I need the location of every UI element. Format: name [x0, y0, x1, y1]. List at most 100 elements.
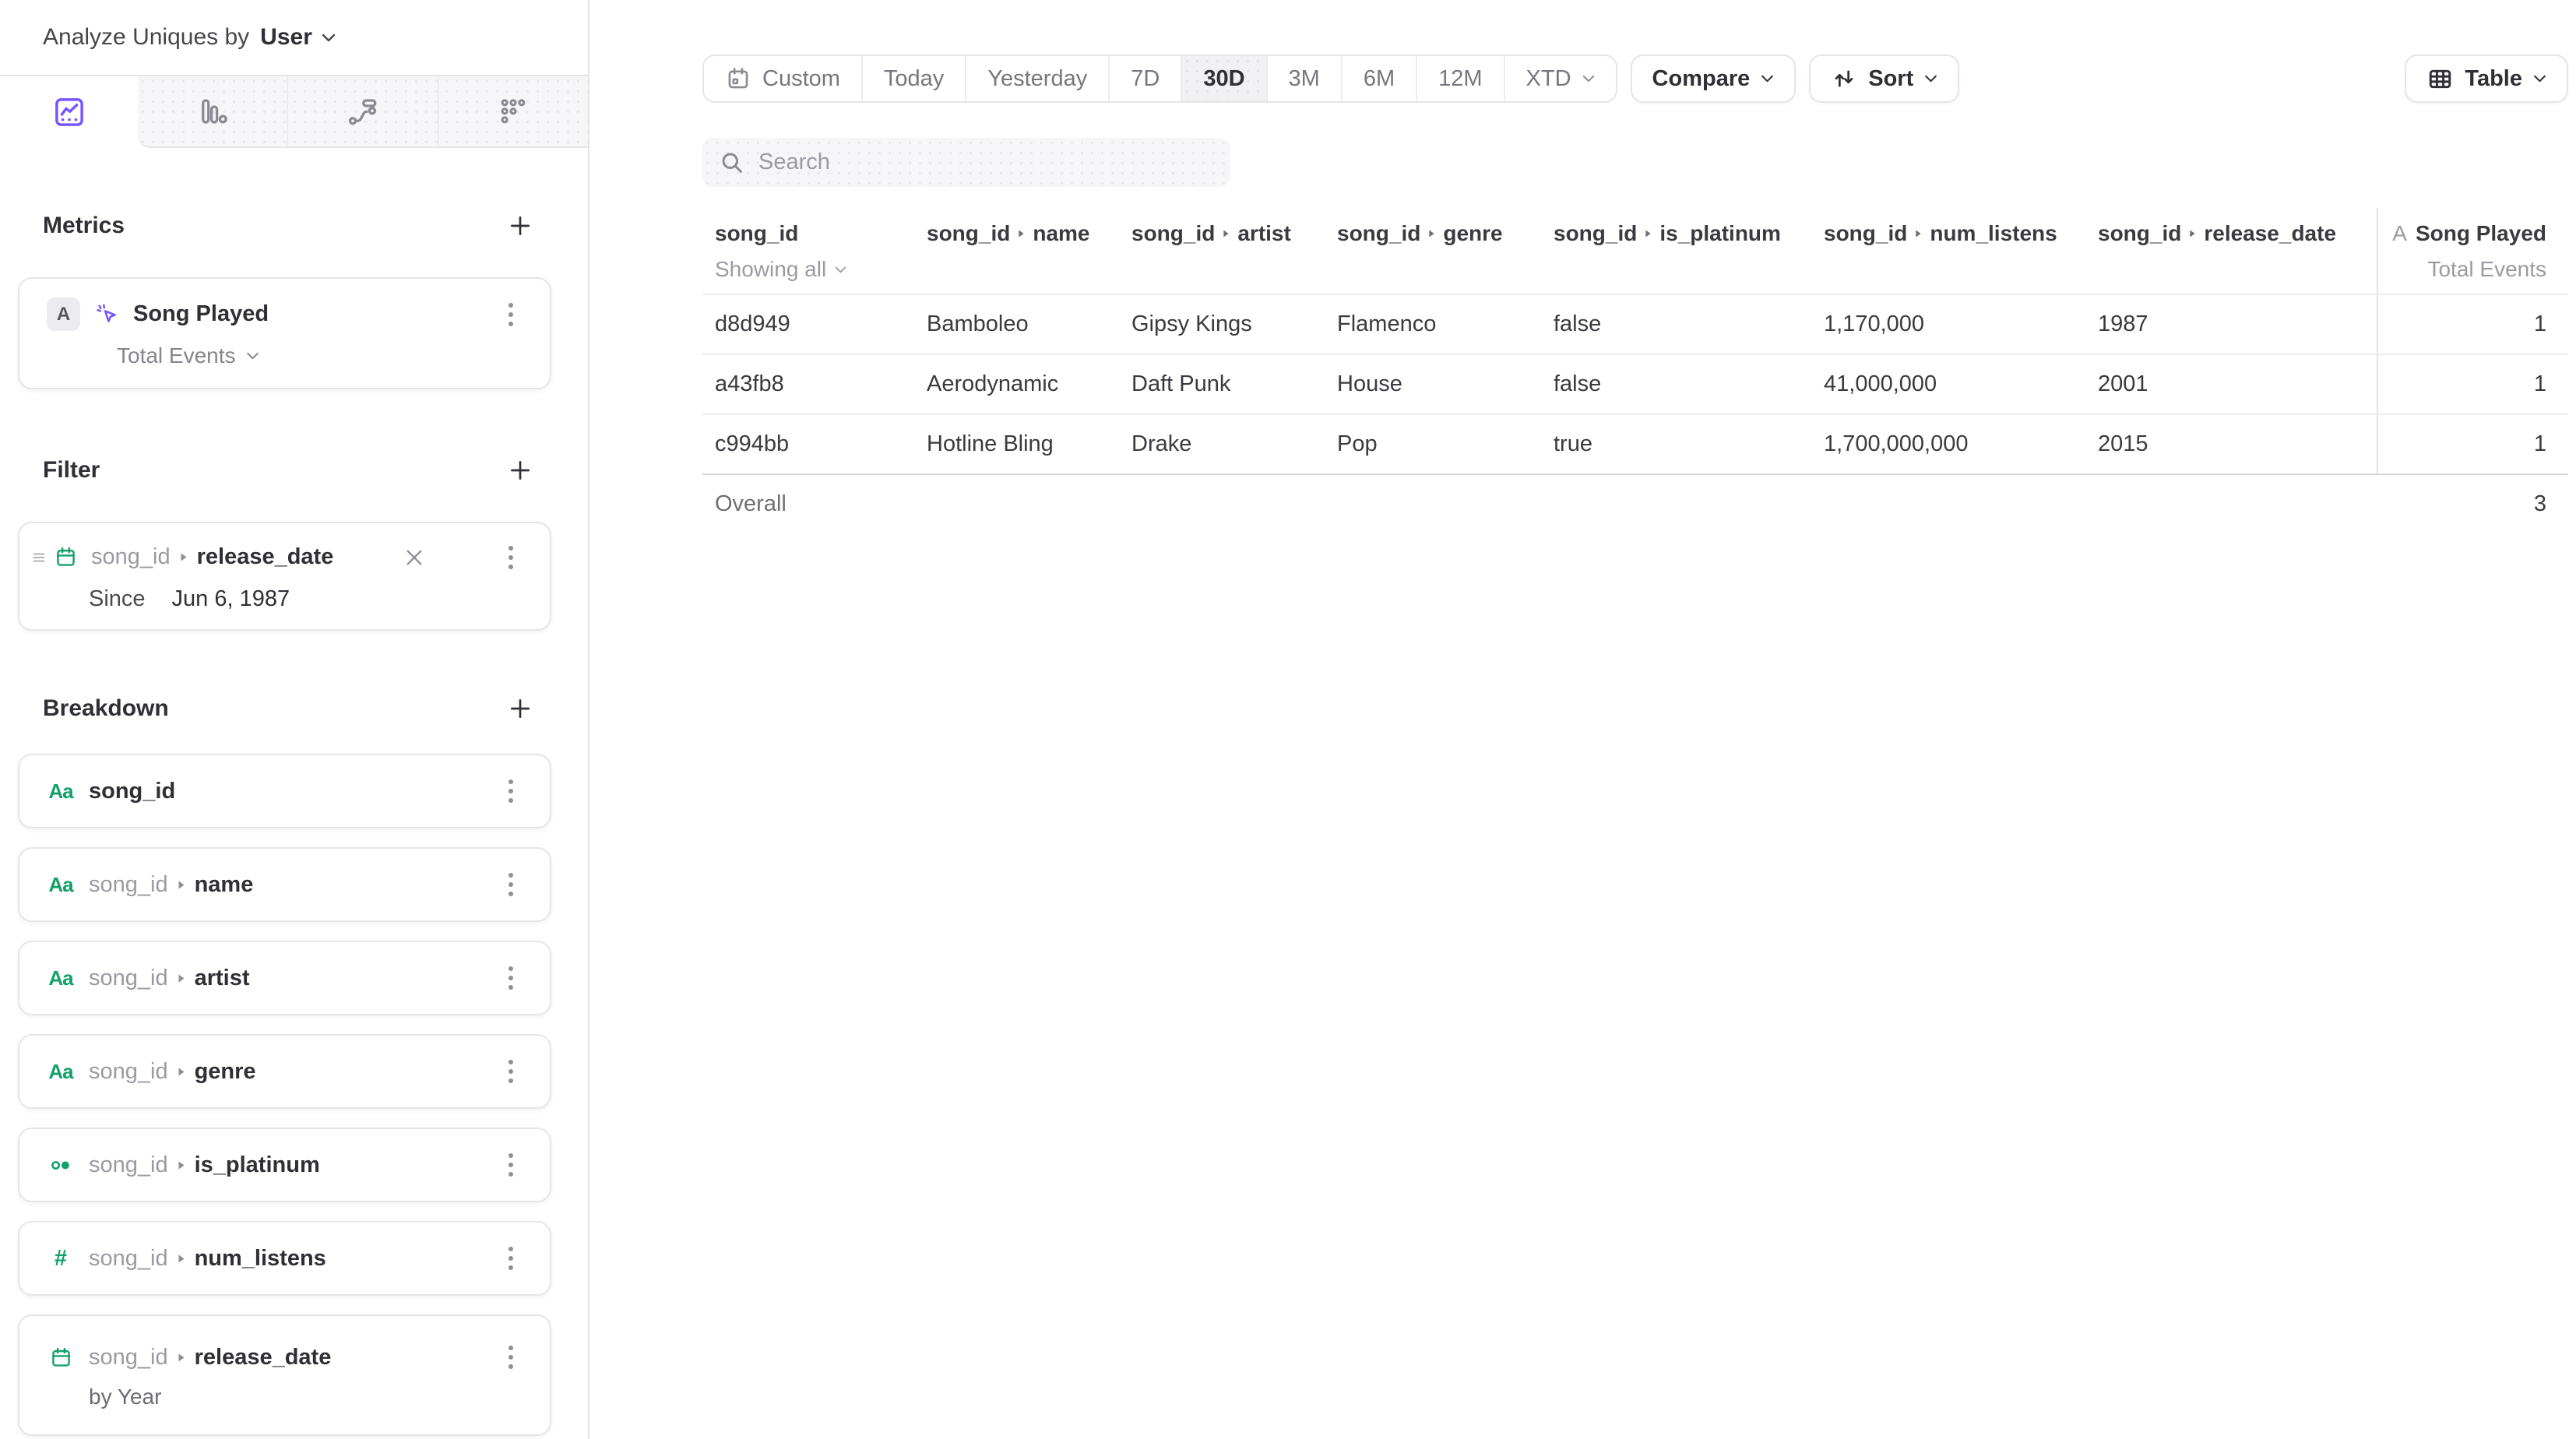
filter-value[interactable]: Jun 6, 1987 — [172, 586, 290, 612]
breakdown-kebab-menu[interactable] — [495, 1149, 526, 1181]
sort-button[interactable]: Sort — [1809, 55, 1959, 103]
breakdown-property: release_date — [195, 1345, 332, 1370]
breakdown-kebab-menu[interactable] — [495, 1055, 526, 1088]
search-input[interactable] — [758, 150, 1215, 175]
date-range-30d[interactable]: 30D — [1181, 56, 1265, 101]
breakdown-kebab-menu[interactable] — [495, 775, 526, 807]
tab-flows[interactable] — [287, 76, 437, 146]
date-range-3m[interactable]: 3M — [1266, 56, 1341, 101]
breakdown-card-name[interactable]: song_id name — [18, 847, 551, 922]
column-header-genre[interactable]: song_idgenre — [1325, 208, 1541, 294]
breakdown-section-head: Breakdown — [18, 693, 551, 724]
breakdown-bucketing[interactable]: by Year — [89, 1384, 526, 1409]
breakdown-prefix: song_id — [89, 1246, 168, 1272]
query-builder-sidebar: Analyze Uniques by User — [0, 0, 589, 1439]
add-breakdown-button[interactable] — [503, 691, 537, 726]
sort-icon — [1831, 65, 1857, 92]
compare-button[interactable]: Compare — [1631, 55, 1797, 103]
date-range-custom[interactable]: Custom — [704, 56, 861, 101]
toolbar-spacer — [1972, 55, 2391, 103]
tab-bar-chart[interactable] — [138, 76, 287, 146]
metric-column-badge: A — [2392, 220, 2407, 247]
add-filter-button[interactable] — [503, 453, 537, 487]
add-metric-button[interactable] — [503, 209, 537, 243]
showing-all-selector[interactable]: Showing all — [715, 256, 914, 283]
remove-filter-button[interactable] — [397, 548, 431, 567]
cell-genre: Pop — [1325, 431, 1541, 457]
column-header-is-platinum[interactable]: song_idis_platinum — [1541, 208, 1811, 294]
calendar-icon — [47, 1346, 75, 1370]
overall-metric-value: 3 — [2377, 475, 2568, 533]
number-property-icon — [47, 1246, 75, 1272]
breakdown-card-is-platinum[interactable]: song_id is_platinum — [18, 1128, 551, 1202]
chart-type-tabs — [0, 75, 588, 148]
grid-dots-icon — [497, 95, 530, 128]
text-property-icon — [47, 1060, 75, 1084]
breakdown-card-release-date[interactable]: song_id release_date by Year — [18, 1314, 551, 1436]
view-selector-button[interactable]: Table — [2405, 55, 2568, 103]
filter-kebab-menu[interactable] — [495, 541, 526, 574]
date-range-12m[interactable]: 12M — [1416, 56, 1503, 101]
cell-metric-value: 1 — [2377, 295, 2568, 354]
report-main: Custom Today Yesterday 7D 30D 3M 6M 12M … — [589, 0, 2576, 1439]
drag-handle-icon[interactable] — [30, 549, 48, 566]
metric-row: A Song Played — [47, 297, 526, 331]
path-separator-icon — [1428, 229, 1435, 238]
range-label: 6M — [1364, 66, 1395, 92]
date-range-6m[interactable]: 6M — [1341, 56, 1416, 101]
column-header-artist[interactable]: song_idartist — [1119, 208, 1325, 294]
path-separator-icon — [2189, 229, 2196, 238]
column-header-release-date[interactable]: song_idrelease_date — [2085, 208, 2377, 294]
column-header-metric[interactable]: ASong Played Total Events — [2377, 208, 2568, 294]
text-property-icon — [47, 966, 75, 990]
column-prefix: song_id — [1824, 220, 1907, 247]
breakdown-prefix: song_id — [89, 1059, 168, 1085]
date-range-xtd[interactable]: XTD — [1504, 56, 1616, 101]
entity-selector[interactable]: User — [260, 24, 336, 51]
metric-kebab-menu[interactable] — [495, 298, 526, 331]
column-header-num-listens[interactable]: song_idnum_listens — [1811, 208, 2085, 294]
breakdown-prefix: song_id — [89, 1152, 168, 1178]
aggregation-selector[interactable]: Total Events — [117, 343, 259, 368]
breakdown-card-genre[interactable]: song_id genre — [18, 1034, 551, 1109]
date-range-today[interactable]: Today — [861, 56, 965, 101]
cell-genre: Flamenco — [1325, 311, 1541, 337]
range-label: Yesterday — [987, 66, 1087, 92]
cell-song-id: a43fb8 — [702, 371, 914, 397]
column-header-name[interactable]: song_idname — [914, 208, 1119, 294]
showing-all-label: Showing all — [715, 256, 826, 283]
metric-card[interactable]: A Song Played Total Events — [18, 277, 551, 389]
breakdown-kebab-menu[interactable] — [495, 962, 526, 994]
breakdown-prefix: song_id — [89, 872, 168, 898]
breakdown-card-song-id[interactable]: song_id — [18, 754, 551, 829]
filter-condition-row[interactable]: Since Jun 6, 1987 — [89, 586, 526, 612]
cell-num-listens: 1,170,000 — [1811, 311, 2085, 337]
cell-name: Hotline Bling — [914, 431, 1119, 457]
date-range-yesterday[interactable]: Yesterday — [965, 56, 1108, 101]
flows-icon — [347, 95, 379, 128]
tab-insights-line[interactable] — [0, 76, 138, 148]
plus-icon — [508, 458, 533, 483]
path-separator-icon — [178, 1160, 185, 1170]
metric-column-aggregation: Total Events — [2427, 256, 2546, 283]
filter-card[interactable]: song_id release_date Since Jun 6, 1987 — [18, 522, 551, 631]
breakdown-card-artist[interactable]: song_id artist — [18, 941, 551, 1015]
cell-artist: Drake — [1119, 431, 1325, 457]
metrics-section-head: Metrics — [18, 210, 551, 241]
breakdown-kebab-menu[interactable] — [495, 1242, 526, 1275]
breakdown-kebab-menu[interactable] — [495, 868, 526, 901]
query-sections: Metrics A Song Played Total Events — [0, 148, 588, 1439]
date-range-7d[interactable]: 7D — [1108, 56, 1181, 101]
filter-section-title: Filter — [43, 457, 100, 484]
breakdown-kebab-menu[interactable] — [495, 1341, 526, 1374]
tab-retention-grid[interactable] — [438, 76, 588, 146]
column-prefix: song_id — [1131, 220, 1215, 247]
metric-letter-badge: A — [47, 297, 80, 331]
breakdown-card-num-listens[interactable]: song_id num_listens — [18, 1221, 551, 1296]
column-header-song-id[interactable]: song_id Showing all — [702, 208, 914, 294]
filter-operator[interactable]: Since — [89, 586, 146, 612]
inactive-chart-tabs — [138, 76, 588, 148]
range-label: 3M — [1289, 66, 1320, 92]
search-icon — [718, 149, 746, 177]
table-row: a43fb8 Aerodynamic Daft Punk House false… — [702, 354, 2568, 413]
